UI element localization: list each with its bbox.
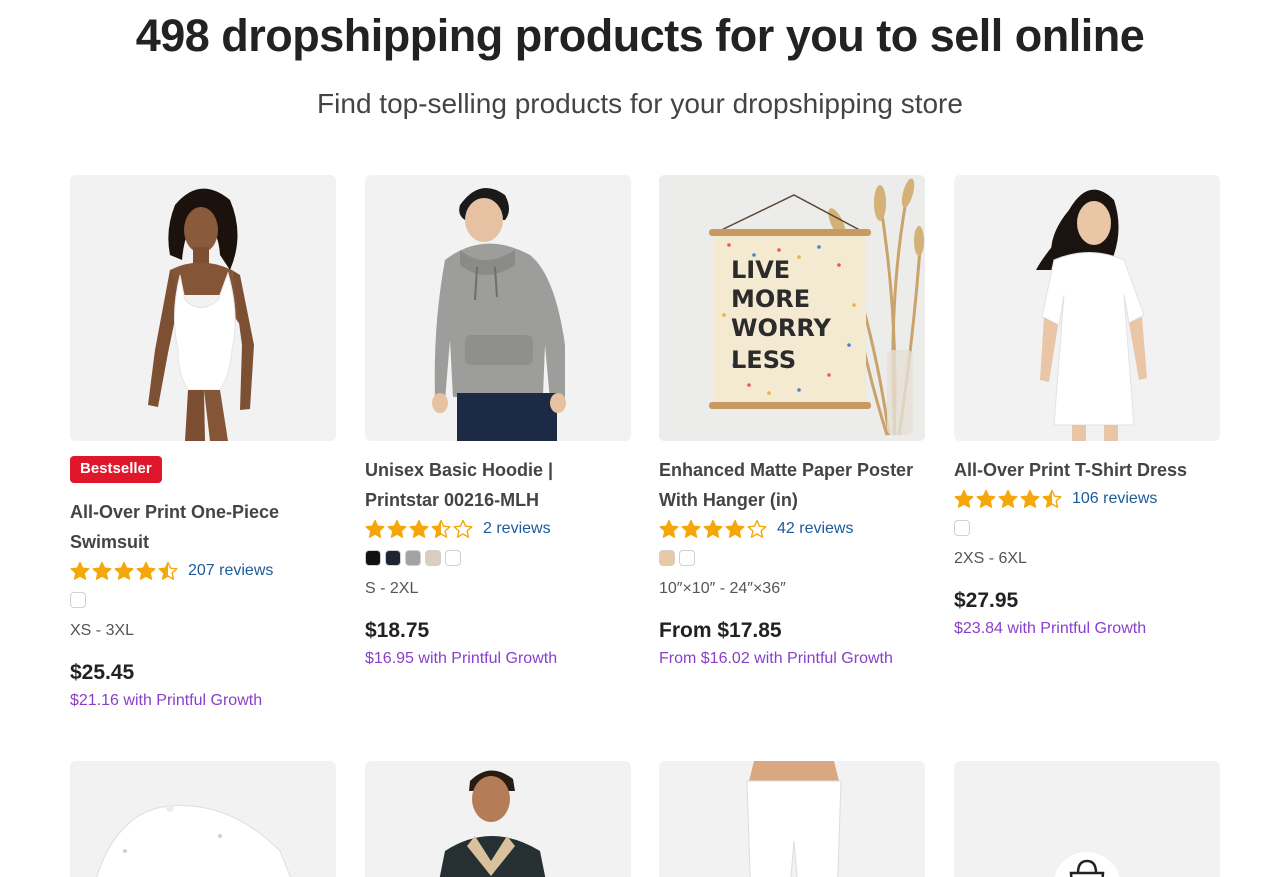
growth-price: $23.84 with Printful Growth (954, 620, 1147, 637)
color-swatches (70, 592, 336, 608)
growth-price: $21.16 with Printful Growth (70, 692, 263, 709)
color-swatch[interactable] (445, 550, 461, 566)
size-range: 2XS - 6XL (954, 550, 1027, 567)
color-swatch[interactable] (425, 550, 441, 566)
color-swatch[interactable] (954, 520, 970, 536)
star-icon (70, 561, 90, 580)
rating-stars: 42 reviews (659, 518, 925, 540)
color-swatch[interactable] (385, 550, 401, 566)
color-swatches (659, 550, 925, 566)
color-swatch[interactable] (659, 550, 675, 566)
poster-text-line: LESS (731, 346, 796, 374)
poster-text-line: LIVE (731, 256, 790, 284)
product-title-line[interactable]: Enhanced Matte Paper Poster (659, 455, 925, 485)
empty-star-icon (453, 519, 473, 538)
product-title-line[interactable]: Swimsuit (70, 527, 336, 557)
product-card-tshirt-dress[interactable]: All-Over Print T-Shirt Dress 106 reviews… (954, 175, 1220, 638)
product-price: From $17.85 (659, 619, 782, 642)
bestseller-badge: Bestseller (70, 456, 162, 483)
product-image-poster[interactable]: LIVE MORE WORRY LESS (659, 175, 925, 441)
star-icon (681, 519, 701, 538)
product-title[interactable]: All-Over Print T-Shirt Dress (954, 455, 1220, 485)
product-title-line[interactable]: Unisex Basic Hoodie | (365, 455, 631, 485)
size-range: S - 2XL (365, 580, 419, 597)
growth-price: $16.95 with Printful Growth (365, 650, 558, 667)
color-swatch[interactable] (405, 550, 421, 566)
product-title-line[interactable]: Printstar 00216-MLH (365, 485, 631, 515)
half-star-icon (431, 519, 451, 538)
color-swatches (954, 520, 1220, 536)
product-card-poster[interactable]: LIVE MORE WORRY LESS Enhanced Matte Pape… (659, 175, 925, 668)
rating-stars: 106 reviews (954, 488, 1220, 510)
growth-price: From $16.02 with Printful Growth (659, 650, 893, 667)
half-star-icon (1042, 489, 1062, 508)
product-price: $25.45 (70, 661, 135, 684)
rating-stars: 2 reviews (365, 518, 631, 540)
size-range: 10″×10″ - 24″×36″ (659, 580, 786, 597)
star-icon (725, 519, 745, 538)
product-card-hoodie[interactable]: Unisex Basic Hoodie | Printstar 00216-ML… (365, 175, 631, 668)
page-title: 498 dropshipping products for you to sel… (135, 10, 1145, 61)
color-swatch[interactable] (679, 550, 695, 566)
product-title-line[interactable]: All-Over Print One-Piece (70, 497, 336, 527)
star-icon (998, 489, 1018, 508)
rating-stars: 207 reviews (70, 560, 336, 582)
star-icon (114, 561, 134, 580)
product-title-line[interactable]: All-Over Print T-Shirt Dress (954, 455, 1220, 485)
size-range: XS - 3XL (70, 622, 135, 639)
product-title[interactable]: Unisex Basic Hoodie | Printstar 00216-ML… (365, 455, 631, 515)
empty-star-icon (747, 519, 767, 538)
star-icon (659, 519, 679, 538)
star-icon (703, 519, 723, 538)
color-swatch[interactable] (70, 592, 86, 608)
page-subtitle: Find top-selling products for your drops… (317, 88, 963, 119)
reviews-link[interactable]: 2 reviews (483, 520, 551, 538)
reviews-link[interactable]: 207 reviews (188, 562, 273, 580)
star-icon (387, 519, 407, 538)
product-title[interactable]: Enhanced Matte Paper Poster With Hanger … (659, 455, 925, 515)
star-icon (976, 489, 996, 508)
product-image-leggings[interactable] (659, 761, 925, 877)
star-icon (409, 519, 429, 538)
product-image-tshirt-dress[interactable] (954, 175, 1220, 441)
product-price: $18.75 (365, 619, 430, 642)
color-swatches (365, 550, 631, 566)
half-star-icon (158, 561, 178, 580)
poster-text-line: WORRY (731, 314, 832, 342)
product-image-placeholder[interactable] (954, 761, 1220, 877)
product-image-cap[interactable] (70, 761, 336, 877)
product-image-hoodie[interactable] (365, 175, 631, 441)
reviews-link[interactable]: 106 reviews (1072, 490, 1157, 508)
star-icon (954, 489, 974, 508)
color-swatch[interactable] (365, 550, 381, 566)
product-image-jacket[interactable] (365, 761, 631, 877)
product-image-swimsuit[interactable] (70, 175, 336, 441)
product-price: $27.95 (954, 589, 1019, 612)
star-icon (365, 519, 385, 538)
star-icon (92, 561, 112, 580)
poster-text-line: MORE (731, 285, 810, 313)
product-card-swimsuit[interactable]: Bestseller All-Over Print One-Piece Swim… (70, 175, 336, 710)
product-title-line[interactable]: With Hanger (in) (659, 485, 925, 515)
product-title[interactable]: All-Over Print One-Piece Swimsuit (70, 497, 336, 557)
star-icon (136, 561, 156, 580)
star-icon (1020, 489, 1040, 508)
reviews-link[interactable]: 42 reviews (777, 520, 853, 538)
